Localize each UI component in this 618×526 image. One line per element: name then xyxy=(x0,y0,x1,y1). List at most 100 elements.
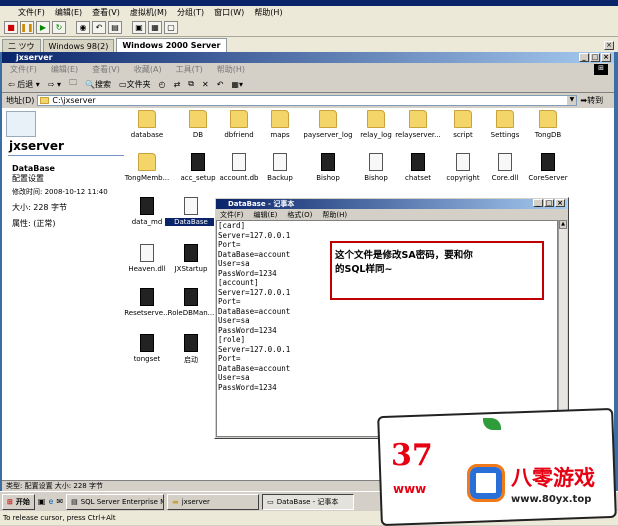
move-to-icon[interactable]: ⇄ xyxy=(174,80,181,89)
menu-favorites[interactable]: 收藏(A) xyxy=(134,64,162,75)
snapshot-icon[interactable]: ◉ xyxy=(76,21,90,34)
exe-icon xyxy=(184,288,198,306)
close-button[interactable]: × xyxy=(601,53,611,62)
fullscreen-icon[interactable]: ▣ xyxy=(132,21,146,34)
delete-icon[interactable]: ✕ xyxy=(202,80,209,89)
menu-view[interactable]: 查看(V) xyxy=(92,64,120,75)
revert-icon[interactable]: ↶ xyxy=(92,21,106,34)
address-value: C:\jxserver xyxy=(52,96,96,105)
doc-icon xyxy=(232,153,246,171)
quicklaunch-ie-icon[interactable]: e xyxy=(48,497,53,506)
notepad-icon: ▭ xyxy=(267,497,274,506)
tab-vm-3[interactable]: Windows 2000 Server xyxy=(116,38,227,52)
quicklaunch-desktop-icon[interactable]: ▣ xyxy=(38,497,46,506)
file-item[interactable]: maps xyxy=(254,110,306,139)
host-menu-help[interactable]: 帮助(H) xyxy=(254,7,282,18)
chevron-down-icon[interactable]: ▼ xyxy=(567,96,577,105)
pause-icon[interactable]: ❚❚ xyxy=(20,21,34,34)
address-input[interactable]: C:\jxserver ▼ xyxy=(37,95,578,106)
back-button[interactable]: ⇦ 后退 ▾ xyxy=(8,79,40,90)
notepad-line: DataBase=account xyxy=(218,363,291,373)
taskbar-item-label: jxserver xyxy=(181,497,210,506)
views-icon[interactable]: ▦▾ xyxy=(231,80,243,89)
history-icon[interactable]: ◴ xyxy=(159,80,166,89)
folder-icon xyxy=(138,153,156,171)
close-tab-icon[interactable]: × xyxy=(604,41,614,50)
cfg-icon xyxy=(369,153,383,171)
host-menu-edit[interactable]: 编辑(E) xyxy=(55,7,82,18)
tab-vm-1[interactable]: 二 ツウ xyxy=(2,39,41,52)
file-item[interactable]: 启动 xyxy=(165,334,217,365)
back-label: 后退 xyxy=(17,79,34,89)
console-icon[interactable]: ▢ xyxy=(164,21,178,34)
host-menu-view[interactable]: 查看(V) xyxy=(92,7,120,18)
menu-help[interactable]: 帮助(H) xyxy=(217,64,245,75)
file-item[interactable]: Backup xyxy=(254,153,306,182)
notepad-minimize-button[interactable]: _ xyxy=(533,199,543,207)
file-item[interactable]: Bishop xyxy=(302,153,354,182)
undo-icon[interactable]: ↶ xyxy=(217,80,224,89)
file-item[interactable]: DataBase xyxy=(165,197,217,226)
np-menu-format[interactable]: 格式(O) xyxy=(287,210,312,220)
folder-icon xyxy=(40,97,50,104)
host-menu-window[interactable]: 窗口(W) xyxy=(214,7,244,18)
taskbar-item-explorer[interactable]: ▬ jxserver xyxy=(167,493,260,510)
folders-button[interactable]: ▭文件夹 xyxy=(119,79,151,90)
file-item-label: TongMemb... xyxy=(124,174,170,182)
notepad-line: User=sa xyxy=(218,316,250,325)
notepad-line: [role] xyxy=(218,335,246,344)
file-item[interactable]: TongDB xyxy=(522,110,574,139)
notepad-maximize-button[interactable]: □ xyxy=(544,199,554,207)
file-item[interactable]: TongMemb... xyxy=(121,153,173,182)
file-item[interactable]: RoleDBMan... xyxy=(165,288,217,317)
quicklaunch-outlook-icon[interactable]: ✉ xyxy=(56,497,63,506)
play-icon[interactable]: ▶ xyxy=(36,21,50,34)
minimize-button[interactable]: _ xyxy=(579,53,589,62)
np-menu-help[interactable]: 帮助(H) xyxy=(322,210,347,220)
taskbar-item-notepad[interactable]: ▭ DataBase - 记事本 xyxy=(262,493,355,510)
file-item[interactable]: CoreServer xyxy=(522,153,574,182)
np-menu-file[interactable]: 文件(F) xyxy=(220,210,244,220)
panel-file-type: 配置设置 xyxy=(12,174,44,183)
exe-icon xyxy=(184,244,198,262)
copy-to-icon[interactable]: ⧉ xyxy=(188,79,194,89)
cfg-icon xyxy=(184,197,198,215)
host-menu-file[interactable]: 文件(F) xyxy=(18,7,45,18)
file-item[interactable]: database xyxy=(121,110,173,139)
forward-button[interactable]: ⇨ ▾ xyxy=(48,80,61,89)
stop-icon[interactable]: ■ xyxy=(4,21,18,34)
up-folder-icon[interactable]: 🗀 xyxy=(69,77,77,91)
menu-edit[interactable]: 编辑(E) xyxy=(51,64,78,75)
explorer-menubar: 文件(F) 编辑(E) 查看(V) 收藏(A) 工具(T) 帮助(H) ⊞ xyxy=(2,63,614,76)
search-button[interactable]: 🔍搜索 xyxy=(85,79,111,90)
file-item-label: payserver_log xyxy=(303,131,353,139)
file-item[interactable]: JXStartup xyxy=(165,244,217,273)
tab-vm-2[interactable]: Windows 98(2) xyxy=(42,39,115,52)
host-menu-team[interactable]: 分组(T) xyxy=(177,7,204,18)
go-button[interactable]: ➡转到 xyxy=(580,95,603,106)
quickswitch-icon[interactable]: ▦ xyxy=(148,21,162,34)
reset-icon[interactable]: ↻ xyxy=(52,21,66,34)
maximize-button[interactable]: □ xyxy=(590,53,600,62)
notepad-titlebar: DataBase - 记事本 _ □ × xyxy=(216,199,567,209)
menu-file[interactable]: 文件(F) xyxy=(10,64,37,75)
tab-label: Windows 98(2) xyxy=(48,41,109,51)
notepad-title: DataBase - 记事本 xyxy=(228,200,295,208)
notepad-line: PassWord=1234 xyxy=(218,325,277,335)
tab-label: 二 ツウ xyxy=(8,41,35,51)
watermark-logo-icon xyxy=(467,464,505,502)
host-menu-vm[interactable]: 虚拟机(M) xyxy=(130,7,167,18)
tab-label: Windows 2000 Server xyxy=(122,41,221,50)
taskbar-item-sql[interactable]: ▤SQL Server Enterprise Ma... xyxy=(66,493,165,510)
file-item[interactable]: payserver_log xyxy=(302,110,354,139)
scroll-up-icon[interactable]: ▲ xyxy=(559,220,567,229)
manager-icon[interactable]: ▤ xyxy=(108,21,122,34)
np-menu-edit[interactable]: 编辑(E) xyxy=(254,210,278,220)
address-label: 地址(D) xyxy=(6,96,35,105)
menu-tools[interactable]: 工具(T) xyxy=(176,64,203,75)
notepad-close-button[interactable]: × xyxy=(555,199,565,207)
start-button[interactable]: ⊞ 开始 xyxy=(2,493,35,510)
host-vm-tabs: 二 ツウ Windows 98(2) Windows 2000 Server × xyxy=(0,37,618,52)
exe-icon xyxy=(140,334,154,352)
host-status-text: To release cursor, press Ctrl+Alt xyxy=(3,514,116,522)
